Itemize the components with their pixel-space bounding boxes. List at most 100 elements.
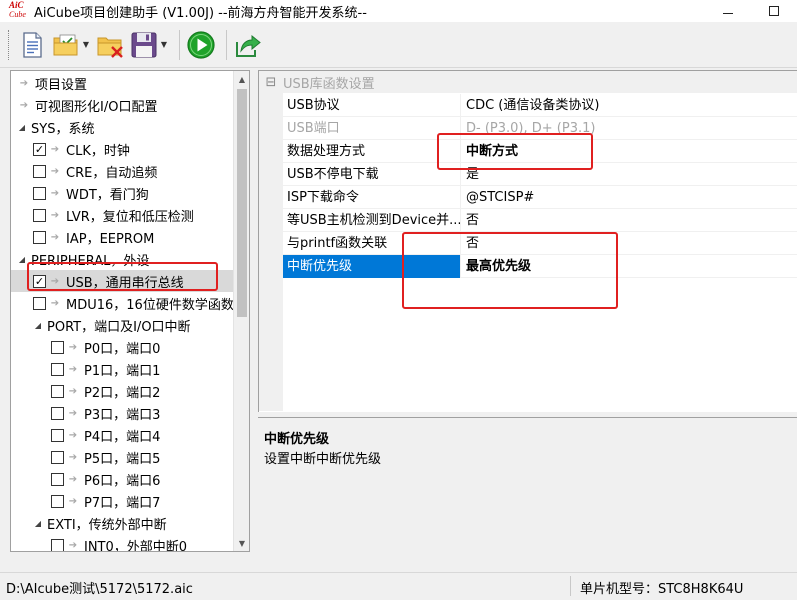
scroll-up-icon[interactable]: ▲	[234, 71, 249, 87]
tree-item[interactable]: ➔ WDT，看门狗	[11, 182, 235, 204]
property-row[interactable]: 等USB主机检测到Device并... 否	[283, 208, 797, 232]
play-icon	[187, 30, 215, 59]
tree-item[interactable]: ➔ CRE，自动追频	[11, 160, 235, 182]
toolbar: ▼ ▼	[0, 22, 797, 68]
peripheral-tree[interactable]: ➔ 项目设置 ➔ 可视图形化I/O口配置 ◢ SYS，系统 ✓ ➔ CLK，时钟 ➔ CRE，自动追…	[10, 70, 250, 552]
tree-item[interactable]: ➔ IAP，EEPROM	[11, 226, 235, 248]
tree-item-checkbox[interactable]	[51, 340, 64, 354]
leaf-arrow-icon: ➔	[19, 77, 29, 89]
property-value[interactable]: @STCISP#	[461, 186, 534, 209]
tree-item[interactable]: ➔ P5口，端口5	[11, 446, 235, 468]
tree-item-checkbox[interactable]	[51, 538, 64, 551]
tree-item-checkbox[interactable]	[51, 384, 64, 398]
scroll-down-icon[interactable]: ▼	[234, 535, 249, 551]
tree-item-label: P4口，端口4	[84, 429, 161, 445]
highlight-processing-mode	[437, 133, 593, 170]
expanded-triangle-icon[interactable]: ◢	[33, 321, 43, 330]
tree-item[interactable]: ➔ LVR，复位和低压检测	[11, 204, 235, 226]
tree-item[interactable]: ➔ 项目设置	[11, 72, 235, 94]
property-row[interactable]: USB协议 CDC (通信设备类协议)	[283, 93, 797, 117]
leaf-arrow-icon: ➔	[68, 539, 78, 551]
tree-item-checkbox[interactable]	[51, 362, 64, 376]
property-name[interactable]: 等USB主机检测到Device并...	[283, 208, 461, 232]
expanded-triangle-icon[interactable]: ◢	[33, 519, 43, 528]
expanded-triangle-icon[interactable]: ◢	[17, 255, 27, 264]
tree-item-checkbox[interactable]	[51, 450, 64, 464]
tree-item-label: P0口，端口0	[84, 341, 161, 357]
tree-item[interactable]: ➔ P6口，端口6	[11, 468, 235, 490]
close-project-button[interactable]	[95, 27, 125, 63]
tree-item[interactable]: ➔ INT0，外部中断0	[11, 534, 235, 552]
property-name[interactable]: USB协议	[283, 93, 461, 117]
folder-delete-icon	[97, 37, 123, 58]
description-title: 中断优先级	[264, 432, 330, 447]
tree-item-label: CRE，自动追频	[66, 165, 158, 181]
tree-item-checkbox[interactable]	[33, 164, 46, 178]
tree-item-label: SYS，系统	[31, 121, 95, 137]
export-button[interactable]	[233, 27, 263, 63]
tree-item[interactable]: ◢ SYS，系统	[11, 116, 235, 138]
toolbar-grip[interactable]	[8, 29, 11, 60]
tree-item-checkbox[interactable]	[51, 494, 64, 508]
expanded-triangle-icon[interactable]: ◢	[17, 123, 27, 132]
tree-item[interactable]: ◢ PORT，端口及I/O口中断	[11, 314, 235, 336]
collapse-icon[interactable]: ⊟	[259, 75, 283, 90]
tree-item-label: P1口，端口1	[84, 363, 161, 379]
tree-item-checkbox[interactable]	[33, 208, 46, 222]
tree-item-checkbox[interactable]	[51, 428, 64, 442]
tree-item-checkbox[interactable]: ✓	[33, 142, 46, 156]
open-project-button[interactable]: ▼	[51, 27, 91, 63]
tree-item-checkbox[interactable]	[51, 472, 64, 486]
tree-item[interactable]: ➔ P2口，端口2	[11, 380, 235, 402]
tree-item[interactable]: ✓ ➔ CLK，时钟	[11, 138, 235, 160]
leaf-arrow-icon: ➔	[50, 143, 60, 155]
property-name[interactable]: ISP下载命令	[283, 185, 461, 209]
maximize-button[interactable]	[751, 0, 797, 22]
leaf-arrow-icon: ➔	[68, 429, 78, 441]
leaf-arrow-icon: ➔	[68, 341, 78, 353]
tree-item[interactable]: ◢ EXTI，传统外部中断	[11, 512, 235, 534]
window-controls	[705, 0, 797, 22]
tree-item[interactable]: ➔ P3口，端口3	[11, 402, 235, 424]
leaf-arrow-icon: ➔	[68, 473, 78, 485]
property-row[interactable]: ISP下载命令 @STCISP#	[283, 185, 797, 209]
property-name[interactable]: 数据处理方式	[283, 139, 461, 163]
property-name[interactable]: USB端口	[283, 116, 461, 140]
tree-item-label: 项目设置	[35, 77, 88, 93]
minimize-button[interactable]	[705, 0, 751, 22]
leaf-arrow-icon: ➔	[50, 231, 60, 243]
tree-item-label: CLK，时钟	[66, 143, 130, 159]
property-value[interactable]: CDC (通信设备类协议)	[461, 94, 599, 117]
property-value[interactable]: 否	[461, 209, 479, 232]
tree-vertical-scrollbar[interactable]: ▲ ▼	[233, 71, 249, 551]
tree-item-checkbox[interactable]	[51, 406, 64, 420]
tree-item-checkbox[interactable]	[33, 296, 46, 310]
property-name[interactable]: USB不停电下载	[283, 162, 461, 186]
share-arrow-icon	[236, 34, 261, 57]
tree-item-label: PORT，端口及I/O口中断	[47, 319, 191, 335]
leaf-arrow-icon: ➔	[50, 165, 60, 177]
tree-item[interactable]: ➔ P0口，端口0	[11, 336, 235, 358]
tree-item[interactable]: ➔ P1口，端口1	[11, 358, 235, 380]
tree-item[interactable]: ➔ 可视图形化I/O口配置	[11, 94, 235, 116]
new-project-button[interactable]	[17, 27, 47, 63]
property-category[interactable]: ⊟ USB库函数设置	[259, 71, 797, 93]
highlight-interrupt-priority	[402, 232, 618, 309]
tree-item-label: MDU16，16位硬件数学函数	[66, 297, 234, 313]
scroll-thumb[interactable]	[237, 89, 247, 317]
run-button[interactable]	[186, 27, 216, 63]
save-project-button[interactable]: ▼	[129, 27, 169, 63]
tree-item-checkbox[interactable]	[33, 230, 46, 244]
leaf-arrow-icon: ➔	[68, 363, 78, 375]
status-project-path: D:\AIcube测试\5172\5172.aic	[6, 582, 193, 597]
open-dropdown-chevron-icon[interactable]: ▼	[81, 30, 91, 60]
leaf-arrow-icon: ➔	[68, 451, 78, 463]
property-description: 中断优先级 设置中断中断优先级	[258, 417, 797, 555]
tree-item[interactable]: ➔ P4口，端口4	[11, 424, 235, 446]
save-dropdown-chevron-icon[interactable]: ▼	[159, 30, 169, 60]
tree-item[interactable]: ➔ MDU16，16位硬件数学函数	[11, 292, 235, 314]
maximize-icon	[769, 6, 779, 16]
tree-item-checkbox[interactable]	[33, 186, 46, 200]
tree-item[interactable]: ➔ P7口，端口7	[11, 490, 235, 512]
tree-item-label: INT0，外部中断0	[84, 539, 188, 552]
